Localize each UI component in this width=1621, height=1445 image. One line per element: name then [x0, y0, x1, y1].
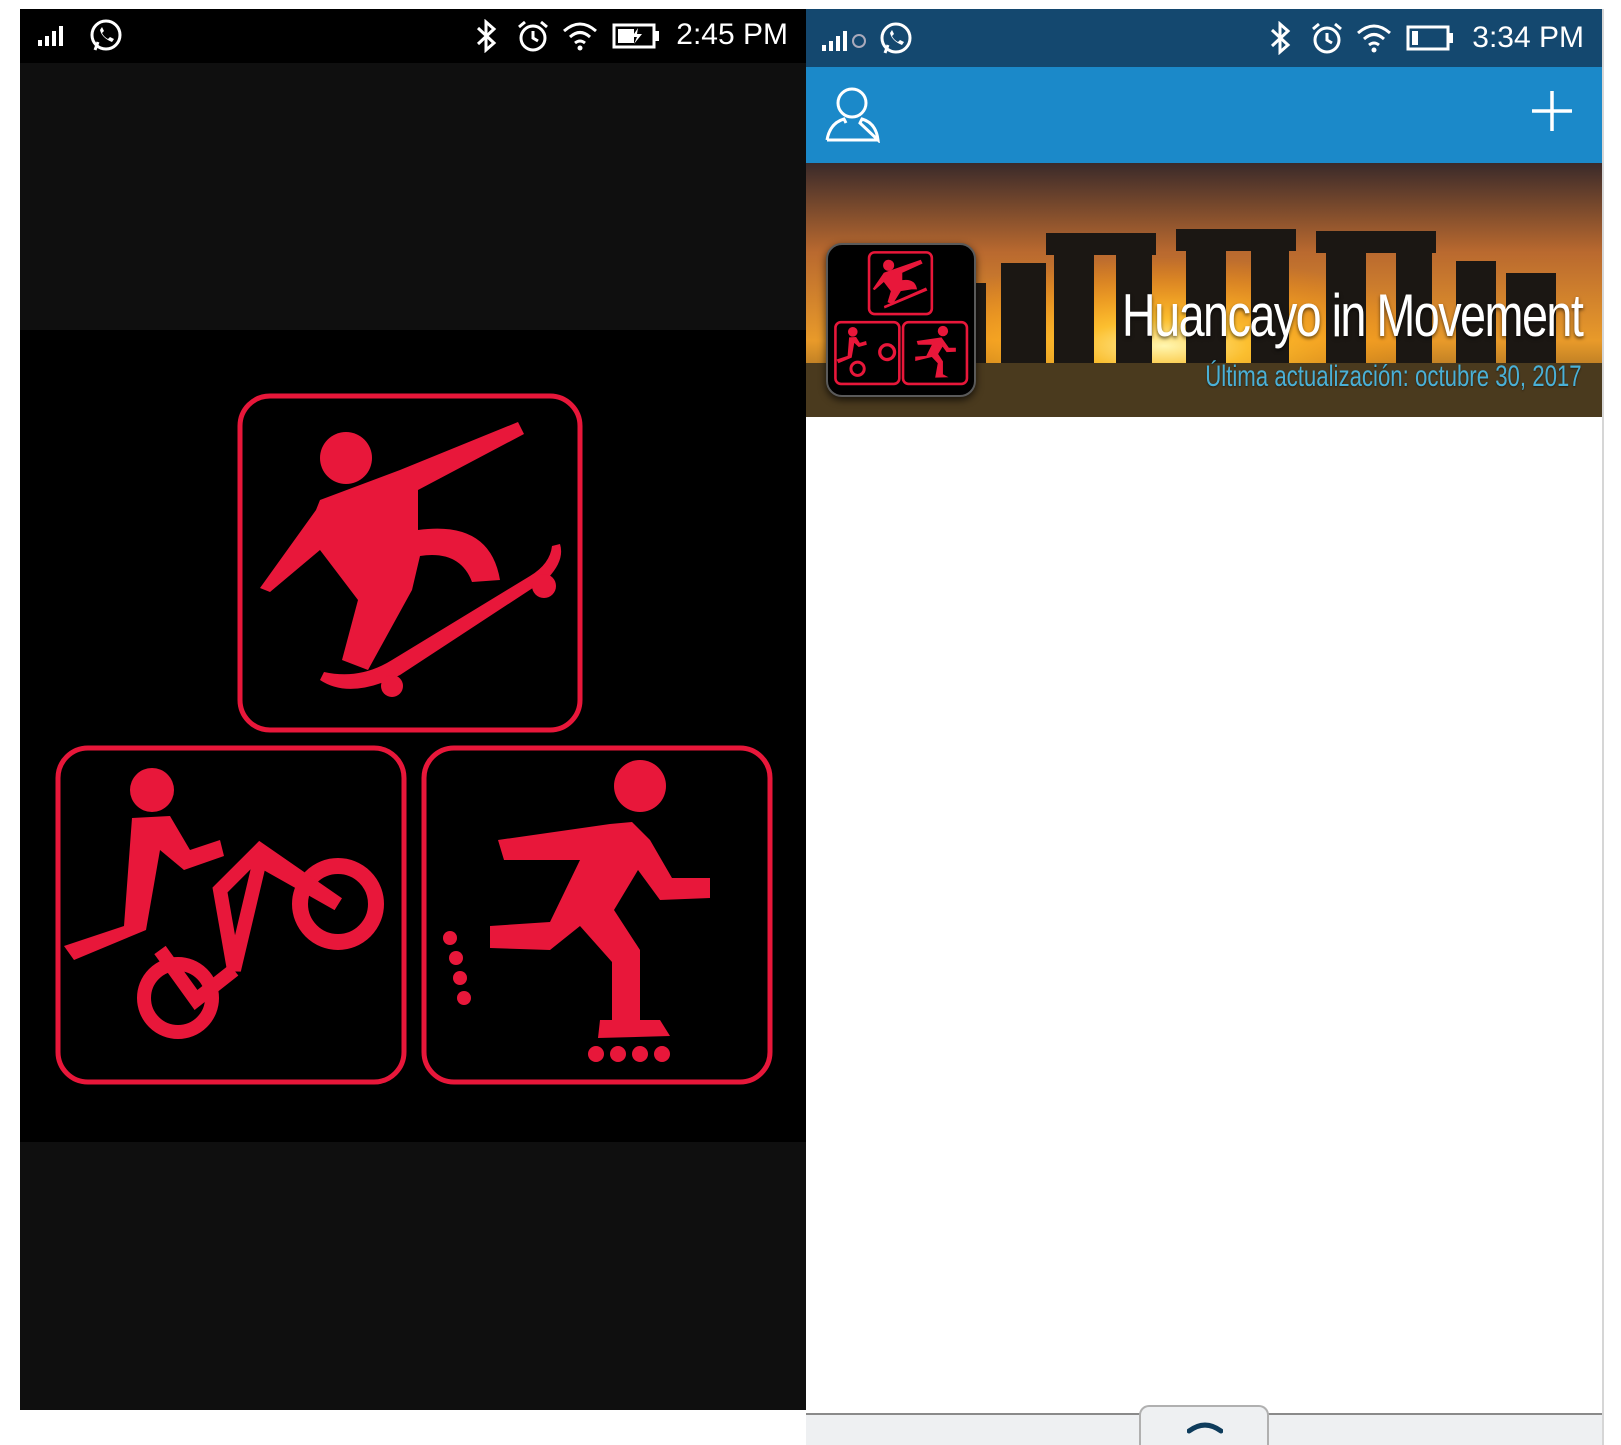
- home-screen: 3:34 PM Huancayo in Movement Última actu…: [806, 9, 1604, 1445]
- profile-icon[interactable]: [824, 85, 880, 143]
- alarm-icon: [1312, 22, 1342, 54]
- signal-icon: [822, 31, 866, 51]
- add-icon[interactable]: [1530, 89, 1574, 133]
- app-logo: [826, 243, 976, 397]
- skateboarder-icon: [260, 422, 562, 697]
- app-bar: [806, 67, 1602, 163]
- app-title: Huancayo in Movement: [1121, 282, 1584, 349]
- inline-skater-icon: [443, 760, 710, 1062]
- battery-icon: [1406, 25, 1453, 51]
- wifi-icon: [1357, 24, 1391, 53]
- whatsapp-icon: [880, 22, 912, 54]
- status-time: 3:34 PM: [1472, 21, 1584, 54]
- bmx-rider-icon: [64, 768, 384, 1039]
- alarm-icon: [518, 20, 548, 52]
- banner: Huancayo in Movement Última actualizació…: [806, 163, 1602, 417]
- whatsapp-icon: [90, 19, 122, 51]
- bluetooth-icon: [1270, 21, 1291, 55]
- bluetooth-icon: [476, 19, 497, 53]
- signal-icon: [38, 26, 63, 46]
- last-updated-label: Última actualización: octubre 30, 2017: [1205, 360, 1582, 393]
- splash-logo: [20, 330, 806, 1142]
- status-bar: 3:34 PM: [806, 9, 1602, 67]
- status-time: 2:45 PM: [676, 18, 788, 51]
- chevron-up-icon: [1187, 1422, 1223, 1434]
- status-bar: 2:45 PM: [20, 9, 806, 63]
- splash-screen: 2:45 PM: [20, 9, 806, 1410]
- battery-charging-icon: [612, 23, 659, 49]
- wifi-icon: [563, 22, 597, 51]
- tray-handle[interactable]: [1139, 1405, 1269, 1445]
